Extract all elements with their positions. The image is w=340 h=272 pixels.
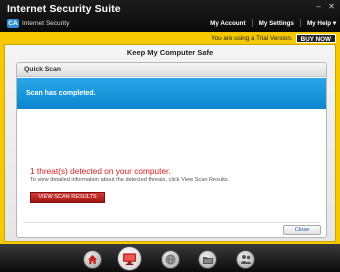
panel-divider — [23, 222, 321, 223]
app-window: Internet Security Suite CA Internet Secu… — [0, 0, 340, 272]
threat-count-message: 1 threat(s) detected on your computer. — [30, 166, 171, 176]
close-icon[interactable]: ✕ — [326, 2, 337, 11]
my-help-menu[interactable]: My Help ▾ — [307, 20, 336, 27]
content-area: Keep My Computer Safe Quick Scan Scan ha… — [4, 44, 336, 242]
folder-icon — [202, 256, 213, 264]
trial-notice: You are using a Trial Version. — [210, 34, 293, 42]
brand-name: Internet Security — [22, 19, 70, 27]
nav-divider — [299, 19, 301, 27]
home-icon — [87, 254, 98, 265]
dock-family-button[interactable] — [236, 250, 255, 269]
people-icon — [240, 255, 251, 264]
panel-header: Quick Scan — [17, 63, 326, 77]
page-title: Keep My Computer Safe — [126, 48, 214, 57]
my-settings-link[interactable]: My Settings — [259, 20, 294, 27]
app-title: Internet Security Suite — [7, 3, 121, 15]
threat-detail-message: To view detailed information about the d… — [30, 177, 230, 183]
buy-now-button[interactable]: BUY NOW — [295, 33, 336, 43]
minimize-icon[interactable]: – — [313, 2, 324, 11]
dock-files-button[interactable] — [198, 250, 217, 269]
ca-logo-icon: CA — [7, 18, 19, 28]
trial-bar: You are using a Trial Version. BUY NOW — [211, 33, 336, 43]
panel-title: Quick Scan — [24, 66, 62, 73]
globe-icon — [165, 254, 176, 265]
bottom-dock — [0, 244, 340, 272]
top-nav: My Account My Settings My Help ▾ — [210, 18, 336, 28]
dock-protection-button[interactable] — [117, 246, 142, 271]
window-controls: – ✕ — [311, 2, 337, 11]
view-scan-results-button[interactable]: VIEW SCAN RESULTS — [30, 192, 105, 203]
dock-internet-button[interactable] — [161, 250, 180, 269]
brand: CA Internet Security — [7, 18, 69, 28]
quick-scan-panel: Quick Scan Scan has completed. 1 threat(… — [16, 62, 327, 238]
status-banner: Scan has completed. — [17, 78, 326, 109]
dock-home-button[interactable] — [83, 250, 102, 269]
my-account-link[interactable]: My Account — [210, 20, 245, 27]
main-frame: You are using a Trial Version. BUY NOW K… — [0, 32, 340, 244]
scan-status: Scan has completed. — [26, 90, 96, 97]
close-button[interactable]: Close — [283, 225, 321, 235]
monitor-icon — [122, 252, 137, 265]
nav-divider — [251, 19, 253, 27]
title-bar: Internet Security Suite CA Internet Secu… — [0, 0, 340, 32]
